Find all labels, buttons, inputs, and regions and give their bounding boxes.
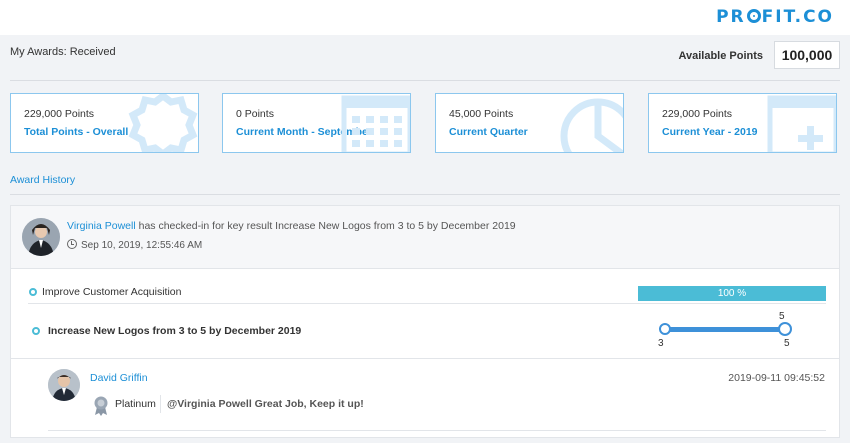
user-name-link[interactable]: Virginia Powell [67,220,136,232]
key-result-title: Increase New Logos from 3 to 5 by Decemb… [48,325,302,337]
logo-text-start: PR [716,7,746,27]
available-points-label: Available Points [678,50,763,62]
badge-separator [160,395,161,413]
slider-target-value: 5 [784,338,790,349]
checkin-action: has checked-in for key result Increase N… [138,220,516,232]
award-history-feed: Virginia Powell has checked-in for key r… [10,205,840,438]
pie-chart-icon [560,98,623,152]
calendar-add-icon [767,95,836,152]
comment-divider [11,358,839,359]
card-value: 0 Points [236,108,274,120]
slider-current-value: 5 [779,311,785,322]
checkin-header: Virginia Powell has checked-in for key r… [11,206,839,269]
user-photo-icon [48,369,80,401]
card-label[interactable]: Current Year - 2019 [662,126,758,138]
award-badge-name: Platinum [115,398,156,410]
commenter-name-link[interactable]: David Griffin [90,372,148,384]
objective-row: Improve Customer Acquisition 100 % [28,280,826,304]
slider-track [664,327,786,332]
card-current-month[interactable]: 0 Points Current Month - September [222,93,411,153]
card-label[interactable]: Current Quarter [449,126,528,138]
card-value: 229,000 Points [662,108,733,120]
slider-current-knob [778,322,792,336]
card-total-points[interactable]: 229,000 Points Total Points - Overall [10,93,199,153]
comment-bottom-divider [48,430,826,431]
timestamp-text: Sep 10, 2019, 12:55:46 AM [81,240,203,251]
clock-icon [67,239,77,249]
page-title: My Awards: Received [10,46,116,58]
card-value: 45,000 Points [449,108,514,120]
slider-start-knob [659,323,671,335]
card-current-year[interactable]: 229,000 Points Current Year - 2019 [648,93,837,153]
card-current-quarter[interactable]: 45,000 Points Current Quarter [435,93,624,153]
checkin-text: Virginia Powell has checked-in for key r… [67,220,516,232]
award-ribbon-icon [94,396,108,416]
objective-progress-bar: 100 % [638,286,826,301]
logo-text-end: FIT.CO [761,7,834,27]
profit-co-logo[interactable]: PR FIT.CO [716,7,834,27]
card-label[interactable]: Total Points - Overall [24,126,128,138]
key-result-slider: 5 3 5 [656,311,796,352]
logo-target-icon [746,9,761,23]
slider-start-value: 3 [658,338,664,349]
objective-bullet-icon [29,288,37,296]
award-history-link[interactable]: Award History [10,174,75,186]
user-photo-icon [22,218,60,256]
card-value: 229,000 Points [24,108,95,120]
checkin-timestamp: Sep 10, 2019, 12:55:46 AM [67,238,202,251]
avatar[interactable] [22,218,60,256]
comment-text: @Virginia Powell Great Job, Keep it up! [167,398,364,410]
commenter-avatar[interactable] [48,369,80,401]
key-result-bullet-icon [32,327,40,335]
available-points-value: 100,000 [774,41,840,69]
header-divider [10,80,840,81]
calendar-icon [341,95,410,152]
history-divider [10,194,840,195]
comment-date: 2019-09-11 09:45:52 [728,372,825,384]
badge-icon [128,94,198,152]
top-bar: PR FIT.CO [0,0,850,35]
objective-title: Improve Customer Acquisition [42,286,182,298]
